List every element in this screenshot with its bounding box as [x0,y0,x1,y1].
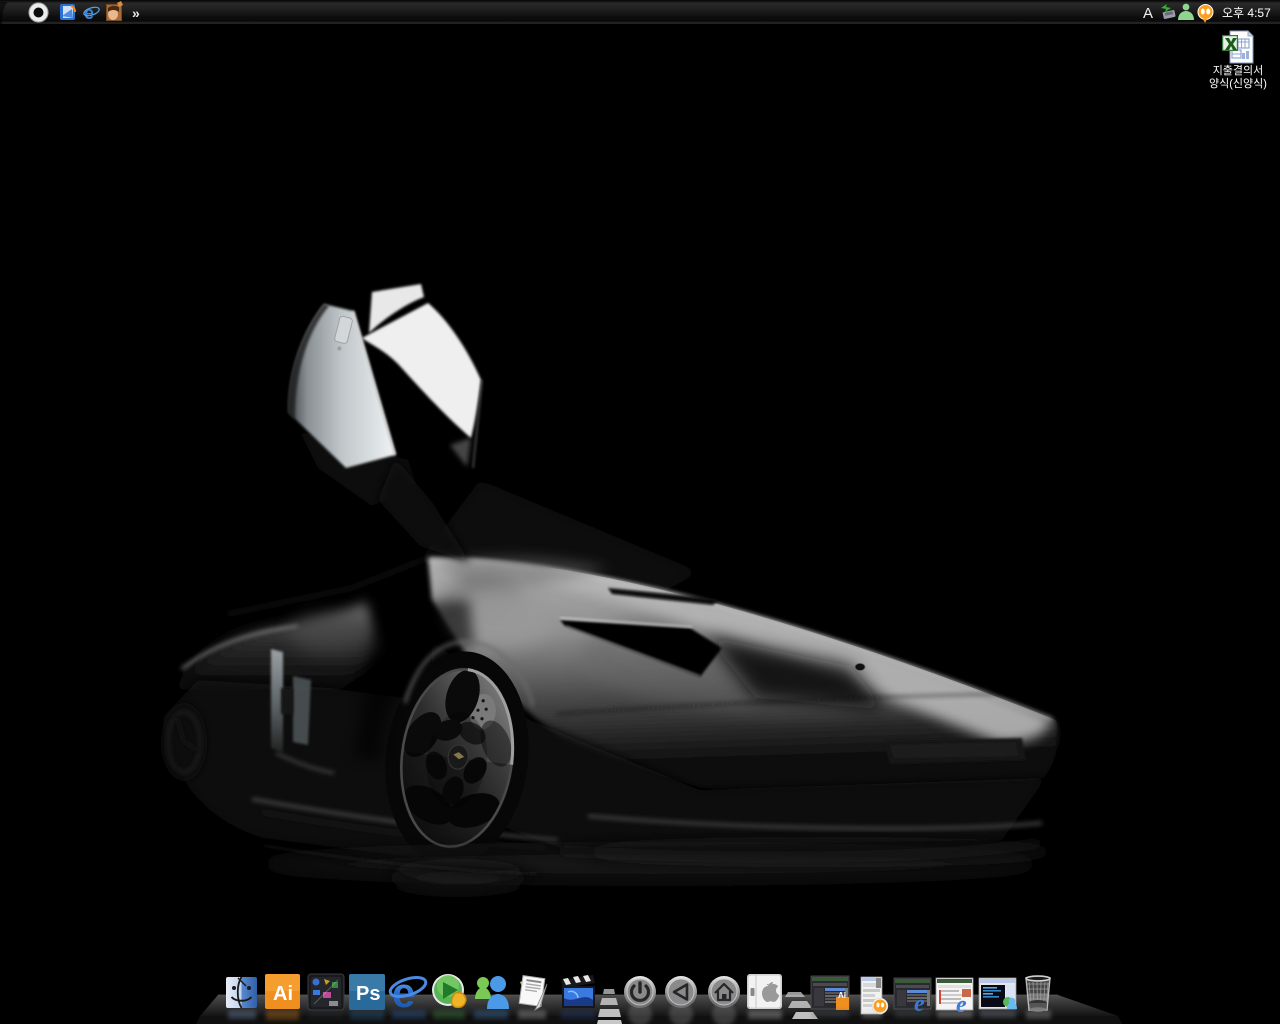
svg-text:Ai: Ai [838,991,846,1000]
svg-text:e: e [84,3,94,23]
svg-text:»: » [132,5,140,21]
svg-text:오후 4:57: 오후 4:57 [1222,6,1271,20]
svg-text:A: A [1143,5,1153,22]
svg-text:e: e [392,969,415,1016]
svg-text:Ai: Ai [273,983,293,1005]
svg-text:Ps: Ps [356,983,380,1005]
